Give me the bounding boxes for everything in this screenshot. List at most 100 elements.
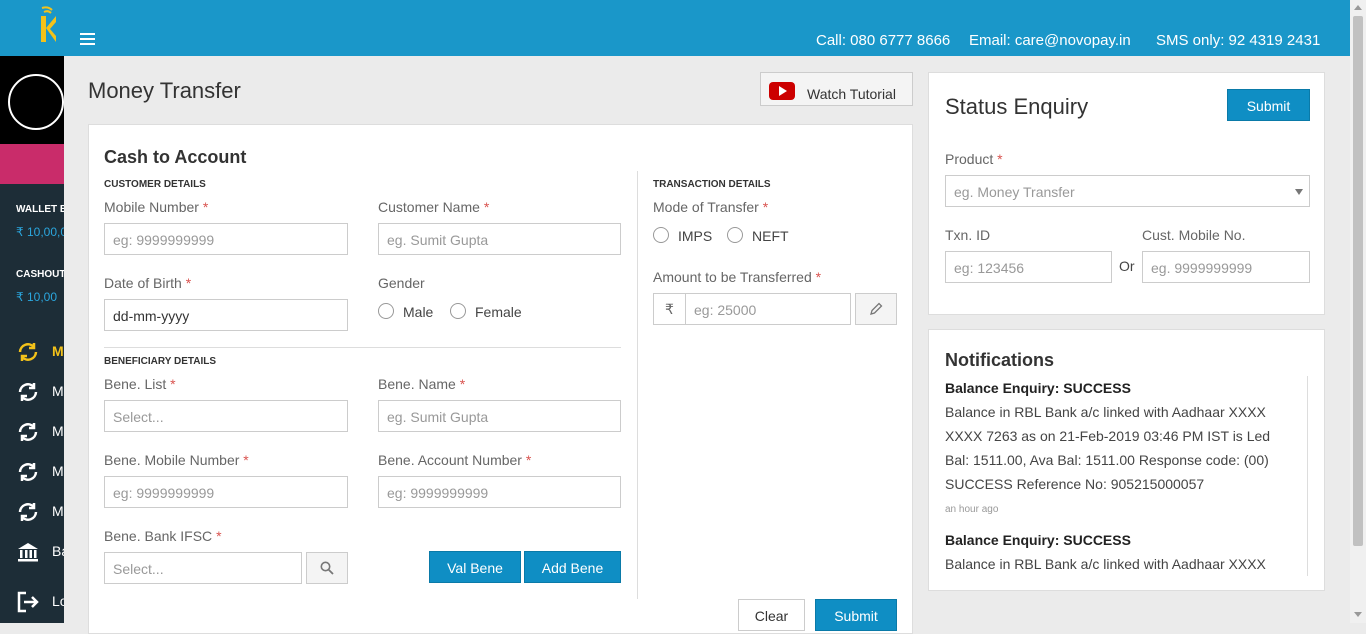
form-title: Cash to Account [104,147,247,167]
refresh-icon [18,463,38,481]
sidebar-item-label: M [52,423,64,439]
clear-button[interactable]: Clear [738,599,805,631]
chevron-down-icon [1295,189,1303,195]
sidebar-item-label: M [52,463,64,479]
scroll-up-icon[interactable] [1354,5,1362,10]
sidebar-item-logout[interactable]: Lo [0,582,64,622]
bene-list-select[interactable]: Select... [104,400,348,432]
sidebar-item-bank[interactable]: Ba [0,532,64,572]
search-icon [320,561,334,575]
gender-male-label: Male [403,304,434,320]
notifications-title: Notifications [945,350,1055,370]
sidebar-item-label: Ba [52,543,64,559]
cashout-value: ₹ 10,00 [16,290,57,304]
page-title: Money Transfer [88,78,241,103]
notifications-card: Notifications Balance Enquiry: SUCCESS B… [928,329,1325,591]
refresh-icon [18,383,38,401]
submit-button[interactable]: Submit [815,599,897,631]
notification-title: Balance Enquiry: SUCCESS [945,532,1131,548]
sidebar-item-label: Lo [52,593,64,609]
product-select[interactable]: eg. Money Transfer [945,175,1310,207]
product-select-value: eg. Money Transfer [954,184,1075,200]
rupee-icon: ₹ [653,293,686,325]
status-enquiry-title: Status Enquiry [945,94,1089,119]
or-separator: Or [1119,258,1135,274]
beneficiary-details-heading: BENEFICIARY DETAILS [104,356,217,367]
ifsc-search-button[interactable] [306,552,348,584]
sidebar-item-4[interactable]: M [0,452,64,492]
notification-message: Balance in RBL Bank a/c linked with Aadh… [945,556,1266,572]
sidebar-highlight-bar [0,144,64,184]
bene-ifsc-select[interactable]: Select... [104,552,302,584]
mode-neft-label: NEFT [752,228,789,244]
customer-name-label: Customer Name * [378,199,490,215]
customer-details-heading: CUSTOMER DETAILS [104,179,206,190]
bene-account-label: Bene. Account Number * [378,452,532,468]
customer-name-input[interactable]: eg. Sumit Gupta [378,223,621,255]
refresh-icon [18,343,38,361]
dob-input[interactable]: dd-mm-yyyy [104,299,348,331]
scrollbar-thumb[interactable] [1353,16,1363,546]
bene-name-label: Bene. Name * [378,376,466,392]
add-bene-button[interactable]: Add Bene [524,551,621,583]
sms-info: SMS only: 92 4319 2431 [1156,32,1321,49]
mobile-number-label: Mobile Number * [104,199,209,215]
avatar[interactable] [8,74,64,130]
novopay-logo[interactable] [38,6,60,44]
cust-mobile-input[interactable]: eg. 9999999999 [1142,251,1310,283]
sidebar-item-label: M [52,503,64,519]
bank-icon [18,543,38,562]
dob-label: Date of Birth * [104,275,192,291]
product-label: Product * [945,151,1003,167]
watch-tutorial-button[interactable]: Watch Tutorial [760,72,913,106]
refresh-icon [18,503,38,521]
cashout-label: CASHOUT [16,269,64,280]
status-submit-button[interactable]: Submit [1227,89,1310,121]
amount-input[interactable]: eg: 25000 [685,293,851,325]
cash-to-account-card: Cash to Account CUSTOMER DETAILS Mobile … [88,124,913,634]
wallet-balance-label: WALLET B [16,204,64,215]
divider [104,347,621,348]
sidebar-item-money-transfer[interactable]: M [0,332,64,372]
notification-title: Balance Enquiry: SUCCESS [945,380,1131,396]
profile-panel [0,56,64,144]
mode-neft-radio[interactable] [727,227,743,243]
sidebar-item-3[interactable]: M [0,412,64,452]
sidebar-item-5[interactable]: M [0,492,64,532]
transaction-details-heading: TRANSACTION DETAILS [653,179,771,190]
bene-name-input[interactable]: eg. Sumit Gupta [378,400,621,432]
logout-icon [17,591,39,613]
mode-imps-radio[interactable] [653,227,669,243]
email-info[interactable]: Email: care@novopay.in [969,32,1131,49]
bene-list-label: Bene. List * [104,376,176,392]
gender-female-radio[interactable] [450,303,466,319]
sidebar-item-2[interactable]: M [0,372,64,412]
sidebar-item-label: M [52,343,64,359]
bene-ifsc-label: Bene. Bank IFSC * [104,528,222,544]
amount-edit-button[interactable] [855,293,897,325]
scroll-down-icon[interactable] [1354,612,1362,617]
bene-mobile-input[interactable]: eg: 9999999999 [104,476,348,508]
wallet-balance-value: ₹ 10,00,0 [16,225,64,239]
cust-mobile-label: Cust. Mobile No. [1142,227,1246,243]
bene-mobile-label: Bene. Mobile Number * [104,452,249,468]
pencil-icon [870,302,883,315]
watch-tutorial-label: Watch Tutorial [807,86,896,102]
sidebar-item-label: M [52,383,64,399]
top-header: Call: 080 6777 8666 Email: care@novopay.… [0,0,1350,56]
refresh-icon [18,423,38,441]
page-scrollbar[interactable] [1350,0,1366,623]
notification-time: an hour ago [945,504,999,515]
sidebar: WALLET B ₹ 10,00,0 CASHOUT ₹ 10,00 M M M… [0,56,64,623]
menu-toggle-icon[interactable] [80,33,95,46]
gender-male-radio[interactable] [378,303,394,319]
val-bene-button[interactable]: Val Bene [429,551,521,583]
txn-id-input[interactable]: eg: 123456 [945,251,1112,283]
mobile-number-input[interactable]: eg: 9999999999 [104,223,348,255]
gender-female-label: Female [475,304,522,320]
mode-of-transfer-label: Mode of Transfer * [653,199,769,215]
mode-imps-label: IMPS [678,228,713,244]
notifications-scrollbar[interactable] [1307,376,1308,576]
gender-label: Gender [378,275,425,291]
bene-account-input[interactable]: eg: 9999999999 [378,476,621,508]
